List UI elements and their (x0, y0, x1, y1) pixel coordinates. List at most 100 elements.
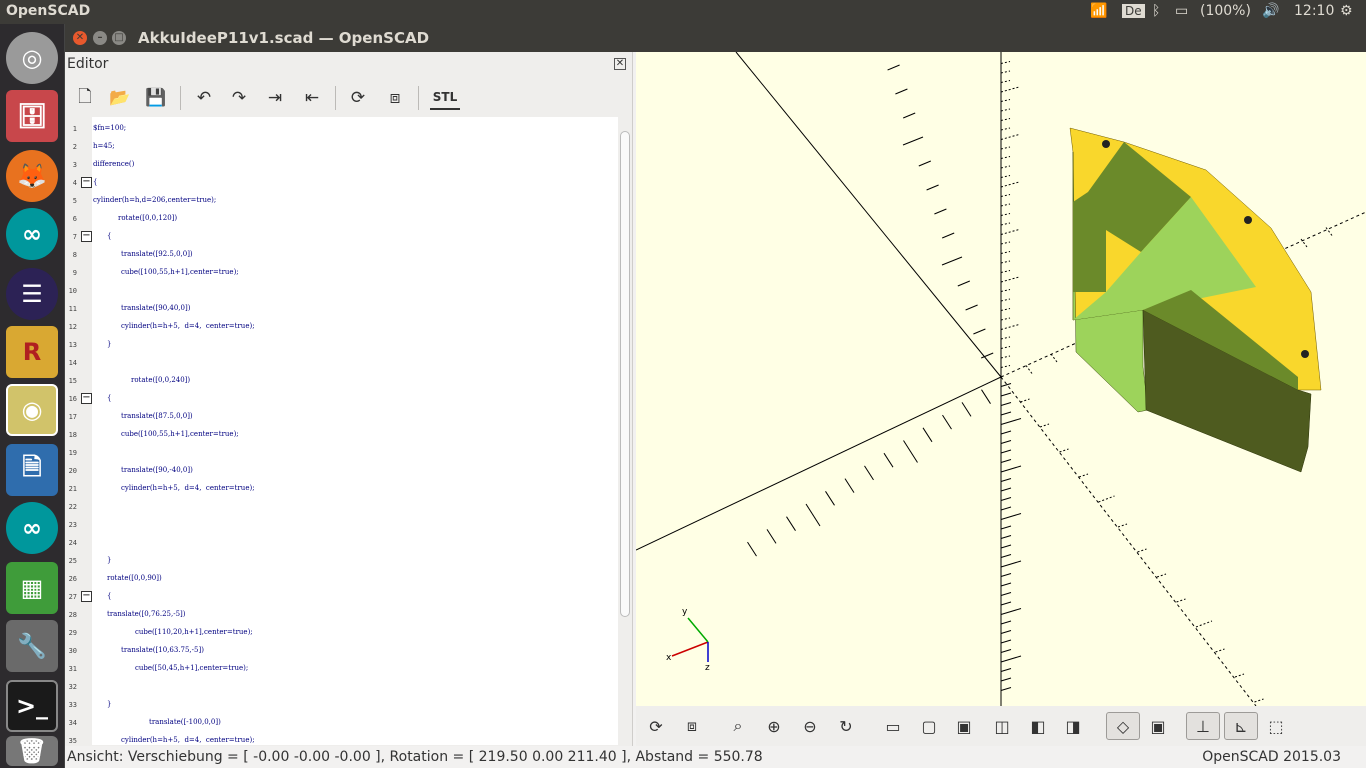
terminal-icon[interactable]: >_ (6, 680, 58, 732)
indent-icon[interactable]: ⇥ (263, 86, 287, 110)
arduino2-icon[interactable]: ∞ (6, 502, 58, 554)
save-file-icon[interactable]: 💾 (144, 86, 168, 110)
new-file-icon[interactable]: 🗋 (73, 86, 97, 110)
files-icon[interactable]: 🗄 (6, 90, 58, 142)
battery-percent[interactable]: (100%) (1200, 3, 1251, 19)
trash-icon[interactable]: 🗑 (6, 736, 58, 766)
view-back-icon[interactable]: ◨ (1059, 712, 1087, 740)
code-line[interactable]: rotate([0,0,90]) (107, 574, 162, 582)
code-line[interactable]: rotate([0,0,120]) (118, 214, 177, 222)
axis-tick (941, 256, 963, 266)
code-line[interactable]: { (93, 178, 97, 186)
3d-viewport[interactable]: x y z (636, 52, 1366, 706)
redo-icon[interactable]: ↷ (227, 86, 251, 110)
code-line[interactable]: { (107, 394, 111, 402)
keyboard-indicator[interactable]: De (1122, 4, 1145, 18)
code-line[interactable]: $fn=100; (93, 124, 126, 132)
settings-gear-icon[interactable]: ⚙ (1340, 3, 1353, 19)
code-line[interactable]: cylinder(h=h+5, d=4, center=true); (121, 484, 255, 492)
maximize-button[interactable]: □ (112, 31, 126, 45)
code-line[interactable]: cylinder(h=h+5, d=4, center=true); (121, 322, 255, 330)
code-line[interactable]: { (107, 232, 111, 240)
open-file-icon[interactable]: 📂 (108, 86, 132, 110)
zoom-out-icon[interactable]: ⊖ (796, 712, 824, 740)
export-stl-icon[interactable]: STL (430, 86, 460, 110)
fold-toggle-icon[interactable]: − (81, 591, 92, 602)
code-line[interactable]: cube([100,55,h+1],center=true); (121, 268, 239, 276)
undo-icon[interactable]: ↶ (192, 86, 216, 110)
line-number: 23 (68, 521, 77, 529)
code-line[interactable]: translate([-100,0,0]) (149, 718, 221, 726)
bluetooth-icon[interactable]: ᛒ (1152, 3, 1160, 19)
view-bottom-icon[interactable]: ▣ (950, 712, 978, 740)
fold-toggle-icon[interactable]: − (81, 231, 92, 242)
axis-tick (1000, 418, 1022, 425)
editor-scrollbar[interactable] (618, 117, 632, 745)
calc-icon[interactable]: ▦ (6, 562, 58, 614)
writer-icon[interactable]: 🗎 (6, 444, 58, 496)
wifi-icon[interactable]: 📶 (1090, 3, 1107, 19)
view-all-icon[interactable]: ⌕ (724, 712, 752, 740)
rubymine-icon[interactable]: R (6, 326, 58, 378)
code-line[interactable]: h=45; (93, 142, 115, 150)
code-line[interactable]: cube([110,20,h+1],center=true); (135, 628, 253, 636)
code-line[interactable]: cube([100,55,h+1],center=true); (121, 430, 239, 438)
arduino-icon[interactable]: ∞ (6, 208, 58, 260)
code-line[interactable]: cylinder(h=h+5, d=4, center=true); (121, 736, 255, 744)
code-line[interactable]: } (107, 700, 111, 708)
view-right-icon[interactable]: ▭ (879, 712, 907, 740)
code-line[interactable]: rotate([0,0,240]) (131, 376, 190, 384)
code-line[interactable]: translate([90,40,0]) (121, 304, 190, 312)
preview-icon[interactable]: ⟳ (346, 86, 370, 110)
line-gutter: 1 2 3 4−5 6 7−8 9 10 11 12 13 14 15 16−17 18 19 20 21 22 23… (65, 117, 92, 745)
fold-toggle-icon[interactable]: − (81, 393, 92, 404)
fold-toggle-icon[interactable]: − (81, 177, 92, 188)
axis-tick (922, 427, 933, 443)
preview-button-icon[interactable]: ⟳ (642, 712, 670, 740)
line-number: 4 (72, 179, 77, 187)
code-line[interactable]: cylinder(h=h,d=206,center=true); (93, 196, 216, 204)
show-axes-icon[interactable]: ⊥ (1186, 712, 1220, 740)
minimize-button[interactable]: – (93, 31, 107, 45)
line-number: 3 (72, 161, 77, 169)
clock[interactable]: 12:10 (1294, 3, 1334, 19)
code-line[interactable]: } (107, 556, 111, 564)
battery-icon[interactable]: ▭ (1175, 3, 1188, 19)
render-icon[interactable]: ⧈ (383, 86, 407, 110)
zoom-in-icon[interactable]: ⊕ (760, 712, 788, 740)
system-settings-icon[interactable]: 🔧 (6, 620, 58, 672)
code-editor[interactable]: 1 2 3 4−5 6 7−8 9 10 11 12 13 14 15 16−17 18 19 20 21 22 23… (65, 117, 618, 745)
code-line[interactable]: translate([92.5,0,0]) (121, 250, 193, 258)
axis-tick (1000, 276, 1020, 283)
code-line[interactable]: translate([10,63.75,-5]) (121, 646, 204, 654)
unindent-icon[interactable]: ⇤ (300, 86, 324, 110)
view-top-icon[interactable]: ▢ (915, 712, 943, 740)
reset-view-icon[interactable]: ↻ (832, 712, 860, 740)
view-left-icon[interactable]: ◫ (988, 712, 1016, 740)
show-edges-icon[interactable]: ⬚ (1262, 712, 1290, 740)
orthogonal-icon[interactable]: ▣ (1144, 712, 1172, 740)
line-number: 22 (68, 503, 77, 511)
code-line[interactable]: } (107, 340, 111, 348)
openscad-icon[interactable]: ◉ (6, 384, 58, 436)
axis-tick (1234, 673, 1245, 678)
volume-icon[interactable]: 🔊 (1262, 3, 1279, 19)
editor-close-button[interactable]: ✕ (614, 58, 626, 70)
code-line[interactable]: translate([90,-40,0]) (121, 466, 193, 474)
axis-tick (1000, 535, 1012, 539)
editor-scrollbar-thumb[interactable] (620, 131, 630, 617)
code-line[interactable]: cube([50,45,h+1],center=true); (135, 664, 248, 672)
render-button-icon[interactable]: ⧈ (678, 712, 706, 740)
perspective-icon[interactable]: ◇ (1106, 712, 1140, 740)
code-line[interactable]: translate([87.5,0,0]) (121, 412, 193, 420)
axis-tick (864, 465, 874, 481)
code-line[interactable]: { (107, 592, 111, 600)
view-front-icon[interactable]: ◧ (1024, 712, 1052, 740)
close-window-button[interactable]: ✕ (73, 31, 87, 45)
show-scale-icon[interactable]: ⊾ (1224, 712, 1258, 740)
code-line[interactable]: difference() (93, 160, 134, 168)
code-line[interactable]: translate([0,76.25,-5]) (107, 610, 186, 618)
eclipse-icon[interactable]: ☰ (6, 268, 58, 320)
ubuntu-dash-icon[interactable]: ◎ (6, 32, 58, 84)
firefox-icon[interactable]: 🦊 (6, 150, 58, 202)
